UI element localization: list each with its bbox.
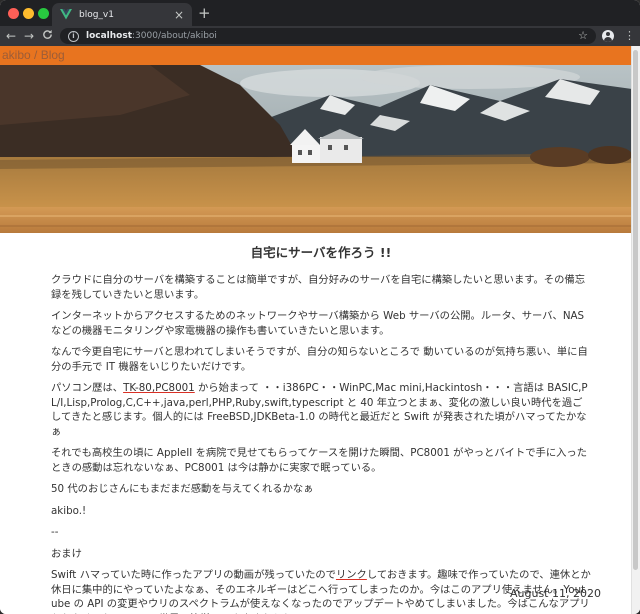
browser-window: blog_v1 × + ← → i localhost:3000/about/a… — [0, 0, 640, 614]
site-header: akibo / Blog — [0, 46, 632, 65]
close-tab-icon[interactable]: × — [174, 9, 184, 21]
post-title: 自宅にサーバを作ろう !! — [250, 245, 392, 260]
forward-button[interactable]: → — [20, 29, 38, 43]
post-separator: -- — [51, 526, 59, 538]
post-paragraph-3: なんで今更自宅にサーバと思われてしまいそうですが、自分の知らないところで 動いて… — [51, 346, 588, 373]
back-button[interactable]: ← — [2, 29, 20, 43]
bookmark-star-icon[interactable]: ☆ — [578, 29, 588, 42]
tab-title: blog_v1 — [79, 9, 114, 20]
post-date: August 11, 2020 — [510, 587, 601, 600]
tab-blog[interactable]: blog_v1 × — [52, 3, 192, 26]
site-brand-link[interactable]: akibo / Blog — [2, 48, 65, 62]
post-signature: akibo.! — [51, 504, 87, 517]
post-paragraph-6: 50 代のおじさんにもまだまだ感動を与えてくれるかなぁ — [51, 483, 314, 495]
address-bar[interactable]: i localhost:3000/about/akiboi ☆ — [60, 28, 596, 44]
reload-icon — [42, 29, 52, 39]
tab-strip: blog_v1 × + — [0, 0, 640, 26]
browser-toolbar: ← → i localhost:3000/about/akiboi ☆ ⋮ — [0, 26, 640, 46]
post-paragraph-5: それでも高校生の頃に AppleII を病院で見せてもらってケースを開けた瞬間、… — [51, 447, 588, 474]
pc-history-link[interactable]: TK-80,PC8001 — [123, 382, 195, 394]
new-tab-button[interactable]: + — [198, 4, 211, 22]
post-paragraph-1: クラウドに自分のサーバを構築することは簡単ですが、自分好みのサーバを自宅に構築し… — [51, 274, 585, 301]
maximize-window-button[interactable] — [38, 8, 49, 19]
hero-image — [0, 65, 632, 233]
video-link[interactable]: リンク — [336, 569, 367, 581]
site-info-icon[interactable]: i — [68, 30, 79, 42]
vue-logo-icon — [60, 9, 72, 21]
profile-avatar-icon[interactable] — [602, 30, 614, 42]
page-viewport: akibo / Blog 自宅にサーバを作ろう !! クラウドに自分のサーバを構… — [0, 46, 640, 614]
post-paragraph-4: パソコン歴は、TK-80,PC8001 から始まって ・・i386PC・・Win… — [51, 381, 591, 439]
post-paragraph-extra-pre: Swift ハマっていた時に作ったアプリの動画が残っていたので — [51, 569, 336, 581]
page-scrollbar[interactable] — [631, 46, 640, 614]
close-window-button[interactable] — [8, 8, 19, 19]
post-paragraph-2: インターネットからアクセスするためのネットワークやサーバ構築から Web サーバ… — [51, 310, 585, 337]
post-paragraph-4-pre: パソコン歴は、 — [51, 382, 124, 394]
reload-button[interactable] — [38, 29, 56, 43]
url-host: localhost — [86, 31, 133, 41]
scrollbar-thumb[interactable] — [633, 50, 638, 570]
minimize-window-button[interactable] — [23, 8, 34, 19]
url-path: :3000/about/akiboi — [132, 31, 217, 41]
post-extra-heading: おまけ — [51, 547, 82, 560]
post-content: 自宅にサーバを作ろう !! クラウドに自分のサーバを構築することは簡単ですが、自… — [51, 242, 591, 614]
browser-menu-icon[interactable]: ⋮ — [624, 30, 635, 42]
